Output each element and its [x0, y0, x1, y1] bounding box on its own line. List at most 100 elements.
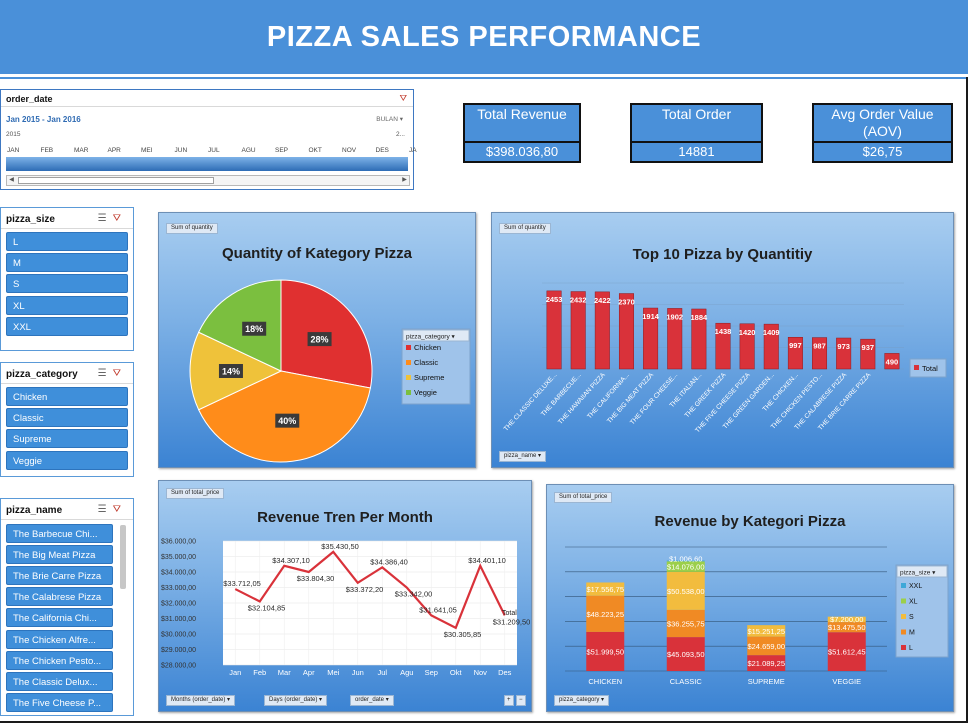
x-tick-label: CHICKEN: [588, 677, 622, 686]
clear-filter-icon[interactable]: ⛛: [113, 368, 127, 379]
slicer-divider: [1, 228, 133, 229]
data-label: $35.430,50: [321, 542, 359, 551]
period-label: BULAN: [376, 116, 398, 123]
slicer-item[interactable]: Supreme: [6, 429, 128, 449]
kpi-value: 14881: [632, 141, 761, 161]
axis-field-button[interactable]: pizza_category ▾: [554, 695, 610, 706]
expand-button[interactable]: +: [504, 695, 514, 706]
timeline-month[interactable]: MAR: [74, 147, 88, 154]
clear-filter-icon[interactable]: ⛛: [399, 93, 407, 104]
data-label: $34.307,10: [272, 556, 310, 565]
slicer-item[interactable]: The Brie Carre Pizza: [6, 566, 113, 586]
y-tick-label: $35.000,00: [161, 554, 196, 561]
kpi-label: Total Revenue: [477, 106, 567, 122]
legend-label: XXL: [909, 583, 922, 590]
axis-field-button[interactable]: Months (order_date) ▾: [166, 695, 236, 706]
data-label: $31.209,50: [493, 617, 531, 626]
y-tick-label: $34.000,00: [161, 570, 196, 577]
page-title: PIZZA SALES PERFORMANCE: [266, 20, 702, 53]
multi-select-icon[interactable]: ☰: [98, 504, 113, 515]
slicer-item[interactable]: The Barbecue Chi...: [6, 524, 113, 543]
pie-label: 40%: [278, 416, 296, 426]
timeline-selection-bar[interactable]: [6, 157, 408, 171]
frame-bottom: [0, 721, 968, 723]
timeline-month[interactable]: JAN: [7, 147, 19, 154]
scroll-left-icon[interactable]: ◀: [7, 176, 16, 185]
timeline-scrollbar[interactable]: ◀ ▶: [6, 175, 410, 186]
top10-chart-panel: Sum of quantity Top 10 Pizza by Quantiti…: [491, 212, 954, 468]
clear-filter-icon[interactable]: ⛛: [113, 213, 127, 224]
scroll-thumb[interactable]: [18, 177, 214, 184]
slicer-item[interactable]: The Chicken Pesto...: [6, 650, 113, 670]
timeline-month[interactable]: JUL: [208, 147, 220, 154]
x-tick-label: Mei: [327, 668, 339, 677]
bar-label: 1420: [739, 328, 756, 337]
pie-chart-panel: Sum of quantity Quantity of Kategory Piz…: [158, 212, 476, 468]
tick-label: THE HAWAIIAN PIZZA: [557, 371, 607, 426]
x-tick-label: VEGGIE: [832, 677, 861, 686]
multi-select-icon[interactable]: ☰: [98, 368, 113, 379]
slicer-item[interactable]: L: [6, 232, 128, 251]
slicer-scrollbar[interactable]: [120, 525, 126, 589]
y-tick-label: $31.000,00: [161, 616, 196, 623]
timeline-month[interactable]: AGU: [242, 147, 256, 154]
slicer-item[interactable]: The Five Cheese P...: [6, 692, 113, 712]
timeline-period-select[interactable]: BULAN ▾: [376, 115, 403, 123]
slicer-toolbar: ☰⛛: [98, 504, 127, 515]
scroll-right-icon[interactable]: ▶: [400, 176, 409, 185]
segment-label: $13.475,50: [828, 623, 866, 632]
segment-label: $15.251,25: [747, 627, 785, 636]
slicer-item[interactable]: The Big Meat Pizza: [6, 545, 113, 565]
axis-field-button[interactable]: order_date ▾: [350, 695, 394, 706]
timeline-months: JAN FEB MAR APR MEI JUN JUL AGU SEP OKT NOV DES JA: [6, 147, 417, 155]
slicer-divider: [1, 519, 133, 520]
pie-legend: pizza_category ▾ Chicken Classic Supreme Veg…: [401, 328, 471, 405]
segment-label: $48.223,25: [586, 610, 624, 619]
slicer-item[interactable]: S: [6, 274, 128, 294]
slicer-item[interactable]: Veggie: [6, 450, 128, 470]
clear-filter-icon[interactable]: ⛛: [113, 504, 127, 515]
stack-legend: pizza_size ▾ XXL XL S M L: [895, 564, 949, 658]
timeline-month[interactable]: DES: [376, 147, 389, 154]
data-label: $33.372,20: [346, 585, 384, 594]
pie-label: 28%: [311, 335, 329, 345]
legend-swatch: [901, 629, 906, 635]
multi-select-icon[interactable]: ☰: [98, 213, 113, 224]
timeline-month[interactable]: FEB: [41, 147, 54, 154]
x-tick-label: Nov: [474, 668, 488, 677]
slicer-item[interactable]: The Calabrese Pizza: [6, 587, 113, 607]
slicer-item[interactable]: The Classic Delux...: [6, 671, 113, 691]
timeline-month[interactable]: APR: [108, 147, 121, 154]
data-label: $33.804,30: [297, 574, 335, 583]
legend-label: S: [909, 614, 914, 621]
timeline-month[interactable]: JUN: [175, 147, 188, 154]
frame-right: [966, 77, 968, 723]
order-date-timeline[interactable]: order_date ⛛ Jan 2015 - Jan 2016 BULAN ▾…: [0, 89, 417, 190]
timeline-month[interactable]: MEI: [141, 147, 153, 154]
axis-field-label: Days (order_date): [269, 697, 318, 703]
data-label: $33.712,05: [223, 579, 261, 588]
collapse-button[interactable]: −: [516, 695, 526, 706]
axis-field-button[interactable]: Days (order_date) ▾: [264, 695, 328, 706]
slicer-item[interactable]: XL: [6, 295, 128, 315]
timeline-month[interactable]: OKT: [309, 147, 322, 154]
bar-label: 1914: [642, 312, 660, 321]
timeline-month[interactable]: SEP: [275, 147, 288, 154]
slicer-item[interactable]: XXL: [6, 316, 128, 336]
slicer-item[interactable]: Chicken: [6, 387, 128, 406]
bar-label: 2370: [618, 298, 635, 307]
pie-label: 14%: [222, 367, 240, 377]
axis-field-button[interactable]: pizza_name ▾: [499, 451, 547, 462]
pie-label: 18%: [245, 324, 263, 334]
timeline-month[interactable]: JA: [409, 147, 417, 154]
timeline-month[interactable]: NOV: [342, 147, 356, 154]
header-banner: PIZZA SALES PERFORMANCE: [0, 0, 968, 74]
bar-label: 1409: [763, 328, 780, 337]
legend-label: Chicken: [414, 343, 441, 352]
slicer-toolbar: ☰⛛: [98, 368, 127, 379]
slicer-item[interactable]: The California Chi...: [6, 608, 113, 628]
slicer-item[interactable]: The Chicken Alfre...: [6, 629, 113, 649]
slicer-item[interactable]: Classic: [6, 408, 128, 428]
timeline-title: order_date: [6, 94, 53, 104]
slicer-item[interactable]: M: [6, 253, 128, 273]
